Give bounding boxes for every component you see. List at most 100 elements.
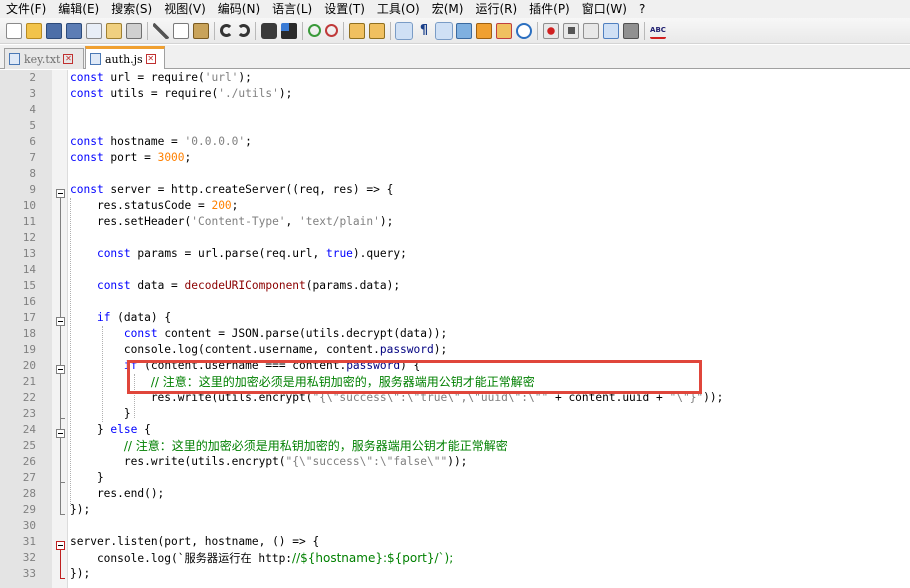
tab-key-txt[interactable]: key.txt ✕ bbox=[4, 48, 84, 69]
toolbar-separator bbox=[537, 21, 538, 40]
file-icon bbox=[9, 53, 20, 65]
menu-macro[interactable]: 宏(M) bbox=[426, 0, 470, 18]
folder-workspace-icon[interactable] bbox=[496, 22, 512, 39]
undo-icon[interactable] bbox=[220, 24, 233, 37]
open-file-icon[interactable] bbox=[26, 22, 42, 39]
menu-settings[interactable]: 设置(T) bbox=[318, 0, 371, 18]
code-line[interactable]: 17 if (data) { bbox=[0, 310, 910, 326]
line-number: 33 bbox=[22, 567, 36, 580]
record-macro-icon[interactable] bbox=[543, 22, 559, 39]
code-line[interactable]: 11 res.setHeader('Content-Type', 'text/p… bbox=[0, 214, 910, 230]
redo-icon[interactable] bbox=[237, 24, 250, 37]
tab-auth-js[interactable]: auth.js ✕ bbox=[85, 46, 165, 69]
code-line[interactable]: 30 bbox=[0, 518, 910, 534]
code-line[interactable]: 12 bbox=[0, 230, 910, 246]
code-line[interactable]: 16 bbox=[0, 294, 910, 310]
line-number: 29 bbox=[22, 503, 36, 516]
save-icon[interactable] bbox=[46, 22, 62, 39]
indent-guide-icon[interactable] bbox=[435, 21, 453, 40]
code-line[interactable]: 23 } bbox=[0, 406, 910, 422]
save-all-icon[interactable] bbox=[66, 22, 82, 39]
line-number: 14 bbox=[22, 263, 36, 276]
spell-check-icon[interactable]: ABC bbox=[650, 23, 666, 39]
run-macro-multiple-icon[interactable] bbox=[603, 22, 619, 39]
code-line[interactable]: 24 } else { bbox=[0, 422, 910, 438]
menu-file[interactable]: 文件(F) bbox=[0, 0, 52, 18]
paste-icon[interactable] bbox=[193, 22, 209, 39]
toolbar-separator bbox=[147, 21, 148, 40]
menu-edit[interactable]: 编辑(E) bbox=[52, 0, 105, 18]
code-line[interactable]: 26 res.write(utils.encrypt("{\"success\"… bbox=[0, 454, 910, 470]
code-line[interactable]: 15 const data = decodeURIComponent(param… bbox=[0, 278, 910, 294]
line-number: 24 bbox=[22, 423, 36, 436]
sync-vertical-icon[interactable] bbox=[349, 22, 365, 39]
close-all-icon[interactable] bbox=[106, 22, 122, 39]
new-file-icon[interactable] bbox=[6, 22, 22, 39]
save-macro-icon[interactable] bbox=[623, 22, 639, 39]
code-line[interactable]: 14 bbox=[0, 262, 910, 278]
menu-plugins[interactable]: 插件(P) bbox=[523, 0, 576, 18]
code-line[interactable]: 10 res.statusCode = 200; bbox=[0, 198, 910, 214]
line-text: const params = url.parse(req.url, true).… bbox=[96, 247, 407, 260]
file-icon bbox=[90, 53, 101, 65]
line-number: 5 bbox=[29, 119, 36, 132]
code-line[interactable]: 33}); bbox=[0, 566, 910, 582]
code-line[interactable]: 6 const hostname = '0.0.0.0'; bbox=[0, 134, 910, 150]
toolbar-separator bbox=[214, 21, 215, 40]
monitoring-icon[interactable] bbox=[516, 22, 532, 39]
menu-window[interactable]: 窗口(W) bbox=[576, 0, 633, 18]
code-line[interactable]: 31 server.listen(port, hostname, () => { bbox=[0, 534, 910, 550]
show-all-chars-icon[interactable]: ¶ bbox=[416, 23, 432, 39]
code-line[interactable]: 28 res.end(); bbox=[0, 486, 910, 502]
code-line[interactable]: 19 console.log(content.username, content… bbox=[0, 342, 910, 358]
stop-record-icon[interactable] bbox=[563, 22, 579, 39]
code-line[interactable]: 5 bbox=[0, 118, 910, 134]
print-icon[interactable] bbox=[126, 22, 142, 39]
zoom-out-icon[interactable] bbox=[325, 24, 338, 37]
annotation-highlight-box bbox=[127, 360, 702, 394]
code-line[interactable]: 25 // 注意：这里的加密必须是用私钥加密的，服务器端用公钥才能正常解密 bbox=[0, 438, 910, 454]
code-line[interactable]: 7 const port = 3000; bbox=[0, 150, 910, 166]
menu-encoding[interactable]: 编码(N) bbox=[212, 0, 266, 18]
code-editor[interactable]: 2 const url = require('url'); 3 const utils… bbox=[0, 70, 910, 588]
tab-label: auth.js bbox=[105, 52, 143, 66]
find-icon[interactable] bbox=[261, 22, 277, 39]
line-number: 22 bbox=[22, 391, 36, 404]
code-line[interactable]: 32 console.log(`服务器运行在 http://${hostname… bbox=[0, 550, 910, 566]
toolbar-separator bbox=[343, 21, 344, 40]
code-line[interactable]: 3 const utils = require('./utils'); bbox=[0, 86, 910, 102]
word-wrap-icon[interactable] bbox=[395, 21, 413, 40]
menu-language[interactable]: 语言(L) bbox=[266, 0, 318, 18]
line-text: res.setHeader('Content-Type', 'text/plai… bbox=[70, 215, 394, 228]
replace-icon[interactable] bbox=[281, 22, 297, 39]
menu-view[interactable]: 视图(V) bbox=[158, 0, 212, 18]
cut-icon[interactable] bbox=[153, 22, 169, 39]
play-macro-icon[interactable] bbox=[583, 22, 599, 39]
line-number: 13 bbox=[22, 247, 36, 260]
menu-search[interactable]: 搜索(S) bbox=[105, 0, 158, 18]
line-number: 15 bbox=[22, 279, 36, 292]
doc-map-icon[interactable] bbox=[456, 22, 472, 39]
close-tab-icon[interactable]: ✕ bbox=[145, 54, 156, 64]
code-line[interactable]: 18 const content = JSON.parse(utils.decr… bbox=[0, 326, 910, 342]
copy-icon[interactable] bbox=[173, 22, 189, 39]
close-icon[interactable] bbox=[86, 22, 102, 39]
code-line[interactable]: 8 bbox=[0, 166, 910, 182]
menu-run[interactable]: 运行(R) bbox=[469, 0, 523, 18]
zoom-in-icon[interactable] bbox=[308, 24, 321, 37]
line-number: 30 bbox=[22, 519, 36, 532]
code-line[interactable]: 2 const url = require('url'); bbox=[0, 70, 910, 86]
tab-bar: key.txt ✕ auth.js ✕ bbox=[0, 45, 910, 69]
sync-horizontal-icon[interactable] bbox=[369, 22, 385, 39]
code-line[interactable]: 27 } bbox=[0, 470, 910, 486]
menu-tools[interactable]: 工具(O) bbox=[371, 0, 426, 18]
function-list-icon[interactable] bbox=[476, 22, 492, 39]
code-line[interactable]: 13 const params = url.parse(req.url, tru… bbox=[0, 246, 910, 262]
code-line[interactable]: 29}); bbox=[0, 502, 910, 518]
close-tab-icon[interactable]: ✕ bbox=[63, 54, 74, 64]
code-line[interactable]: 9 const server = http.createServer((req, … bbox=[0, 182, 910, 198]
code-line[interactable]: 4 bbox=[0, 102, 910, 118]
menu-help[interactable]: ? bbox=[633, 0, 651, 18]
line-number: 18 bbox=[22, 327, 36, 340]
line-number: 4 bbox=[29, 103, 36, 116]
